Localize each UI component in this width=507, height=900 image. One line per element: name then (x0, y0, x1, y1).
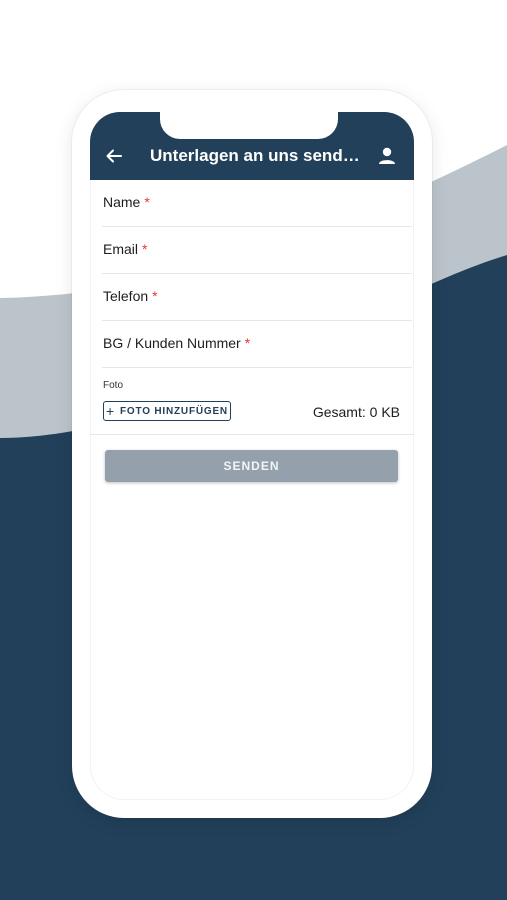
required-mark: * (152, 288, 158, 304)
add-photo-label: FOTO HINZUFÜGEN (120, 405, 228, 417)
arrow-left-icon[interactable] (104, 146, 124, 166)
plus-icon: + (106, 403, 116, 419)
page-title: Unterlagen an uns send… (150, 146, 360, 165)
user-icon[interactable] (376, 145, 398, 167)
required-mark: * (142, 241, 148, 257)
photo-label: Foto (103, 380, 124, 391)
phone-field[interactable]: Telefon * (102, 274, 412, 321)
customer-number-label: BG / Kunden Nummer * (103, 335, 251, 351)
app-bar: Unterlagen an uns send… (90, 112, 414, 180)
required-mark: * (144, 194, 150, 210)
phone-screen: Unterlagen an uns send… Name * Email * Tel… (90, 112, 414, 800)
send-button[interactable]: SENDEN (105, 450, 398, 482)
email-label: Email * (103, 241, 148, 257)
phone-notch (160, 112, 338, 139)
name-field[interactable]: Name * (102, 180, 412, 227)
required-mark: * (244, 335, 251, 351)
total-size-text: Gesamt: 0 KB (312, 404, 400, 420)
customer-number-field[interactable]: BG / Kunden Nummer * (102, 321, 412, 368)
add-photo-button[interactable]: + FOTO HINZUFÜGEN (103, 401, 231, 421)
name-label: Name * (103, 194, 150, 210)
email-field[interactable]: Email * (102, 227, 412, 274)
phone-label: Telefon * (103, 288, 158, 304)
divider (90, 434, 414, 435)
